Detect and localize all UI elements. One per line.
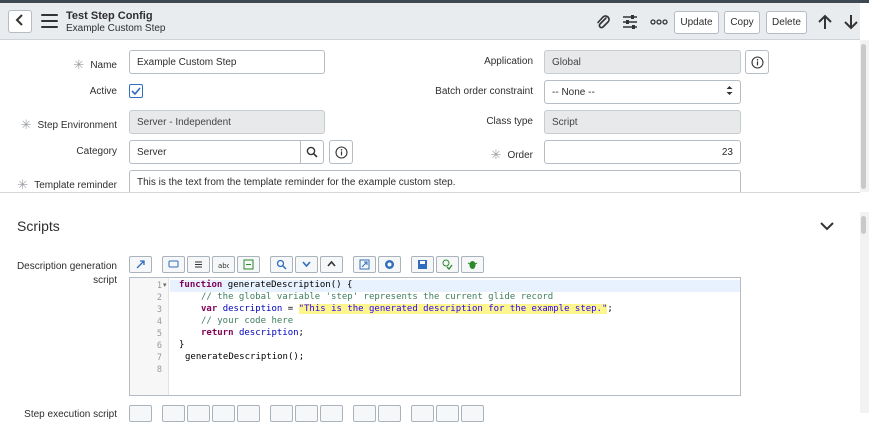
required-star-icon: ✳ [73, 57, 85, 72]
line-number: 4 [156, 317, 162, 327]
scripts-section-title: Scripts [17, 218, 60, 234]
help-icon[interactable] [378, 256, 401, 273]
save-icon[interactable] [411, 256, 434, 273]
toggle-editor-icon[interactable] [129, 256, 152, 273]
code-line-1: function generateDescription() { [179, 280, 353, 290]
arrow-down-icon[interactable] [842, 13, 860, 31]
line-number: 3 [156, 305, 162, 315]
info-icon [750, 55, 764, 69]
batch-order-select[interactable]: -- None -- [544, 80, 741, 104]
line-number-gutter: 1 2 3 4 5 6 7 8 [130, 278, 169, 395]
help-icon[interactable] [378, 405, 401, 422]
search-code-icon[interactable] [270, 256, 293, 273]
back-button[interactable] [8, 10, 32, 33]
code-line-2: // the global variable 'step' represents… [201, 292, 554, 302]
comment-icon[interactable] [162, 405, 185, 422]
fold-arrow-icon[interactable]: ▾ [163, 281, 167, 289]
line-number: 7 [156, 353, 162, 363]
page-subtitle: Example Custom Step [66, 23, 166, 34]
code-line-7: generateDescription(); [185, 352, 305, 362]
info-icon [334, 145, 348, 159]
replace-all-icon[interactable] [237, 405, 260, 422]
code-line-4: // your code here [201, 316, 294, 326]
save-icon[interactable] [411, 405, 434, 422]
line-number: 2 [156, 293, 162, 303]
template-reminder-label: ✳ Template reminder [17, 177, 117, 192]
collapse-chevron-icon[interactable] [819, 221, 835, 234]
required-star-icon: ✳ [490, 147, 502, 162]
section-divider [0, 192, 860, 208]
syntax-check-icon[interactable] [436, 405, 459, 422]
replace-icon[interactable] [212, 405, 235, 422]
application-label: Application [484, 56, 533, 67]
batch-order-value: -- None -- [552, 86, 595, 98]
category-label: Category [76, 146, 117, 157]
name-field[interactable]: Example Custom Step [129, 50, 325, 74]
batch-order-label: Batch order constraint [435, 86, 533, 97]
line-number: 8 [156, 365, 162, 375]
format-code-icon[interactable] [187, 405, 210, 422]
checkmark-icon [131, 87, 141, 95]
step-execution-script-label: Step execution script [24, 409, 117, 420]
chevron-left-icon [15, 14, 25, 29]
description-script-editor[interactable]: 1 2 3 4 5 6 7 8 ▾ function generateDescr… [129, 277, 741, 396]
required-star-icon: ✳ [17, 177, 29, 192]
more-options-icon[interactable] [649, 13, 669, 31]
debug-icon[interactable] [461, 256, 484, 273]
context-menu-icon[interactable] [41, 14, 58, 28]
class-type-field[interactable]: Script [544, 110, 741, 134]
application-info-button[interactable] [745, 50, 769, 74]
copy-button[interactable]: Copy [724, 11, 760, 34]
code-line-5: return description; [201, 328, 304, 338]
step-environment-field[interactable]: Server - Independent [129, 110, 325, 134]
name-label: ✳ Name [73, 57, 117, 72]
form-header: Test Step Config Example Custom Step Upd… [0, 3, 860, 40]
step-environment-label: ✳ Step Environment [20, 117, 117, 132]
line-number: 1 [156, 281, 162, 291]
toggle-editor-icon[interactable] [129, 405, 152, 422]
replace-all-icon[interactable] [237, 256, 260, 273]
fullscreen-icon[interactable] [353, 256, 376, 273]
find-next-icon[interactable] [295, 405, 318, 422]
scripts-scroll-thumb[interactable] [861, 216, 866, 234]
update-button[interactable]: Update [674, 11, 719, 34]
order-label: ✳ Order [490, 147, 533, 162]
settings-sliders-icon[interactable] [621, 13, 639, 31]
debug-icon[interactable] [461, 405, 484, 422]
category-info-button[interactable] [329, 140, 353, 164]
page-title: Test Step Config [66, 10, 153, 22]
code-line-6: } [179, 340, 185, 350]
format-code-icon[interactable] [187, 256, 210, 273]
order-field[interactable]: 23 [544, 140, 741, 164]
required-star-icon: ✳ [20, 117, 32, 132]
line-number: 5 [156, 329, 162, 339]
syntax-check-icon[interactable] [436, 256, 459, 273]
category-field[interactable]: Server [129, 140, 301, 164]
script-toolbar-2 [129, 405, 484, 422]
form-scroll-thumb[interactable] [861, 44, 866, 189]
svg-text:abc: abc [218, 262, 229, 270]
code-line-3: var description = "This is the generated… [201, 304, 613, 314]
scripts-scrollbar[interactable] [860, 212, 869, 413]
find-previous-icon[interactable] [320, 256, 343, 273]
replace-icon[interactable]: abc [212, 256, 235, 273]
select-arrows-icon [726, 85, 733, 99]
line-number: 6 [156, 341, 162, 351]
delete-button[interactable]: Delete [766, 11, 807, 34]
active-label: Active [89, 86, 117, 97]
find-previous-icon[interactable] [320, 405, 343, 422]
comment-icon[interactable] [162, 256, 185, 273]
search-icon [306, 146, 318, 158]
paperclip-icon[interactable] [594, 13, 612, 31]
description-script-label: Description generation script [16, 261, 117, 286]
find-next-icon[interactable] [295, 256, 318, 273]
fullscreen-icon[interactable] [353, 405, 376, 422]
lookup-search-button[interactable] [300, 140, 324, 164]
search-code-icon[interactable] [270, 405, 293, 422]
arrow-up-icon[interactable] [816, 13, 834, 31]
script-toolbar: abc [129, 256, 484, 273]
active-checkbox[interactable] [129, 84, 143, 98]
application-field[interactable]: Global [544, 50, 741, 74]
class-type-label: Class type [486, 116, 533, 127]
